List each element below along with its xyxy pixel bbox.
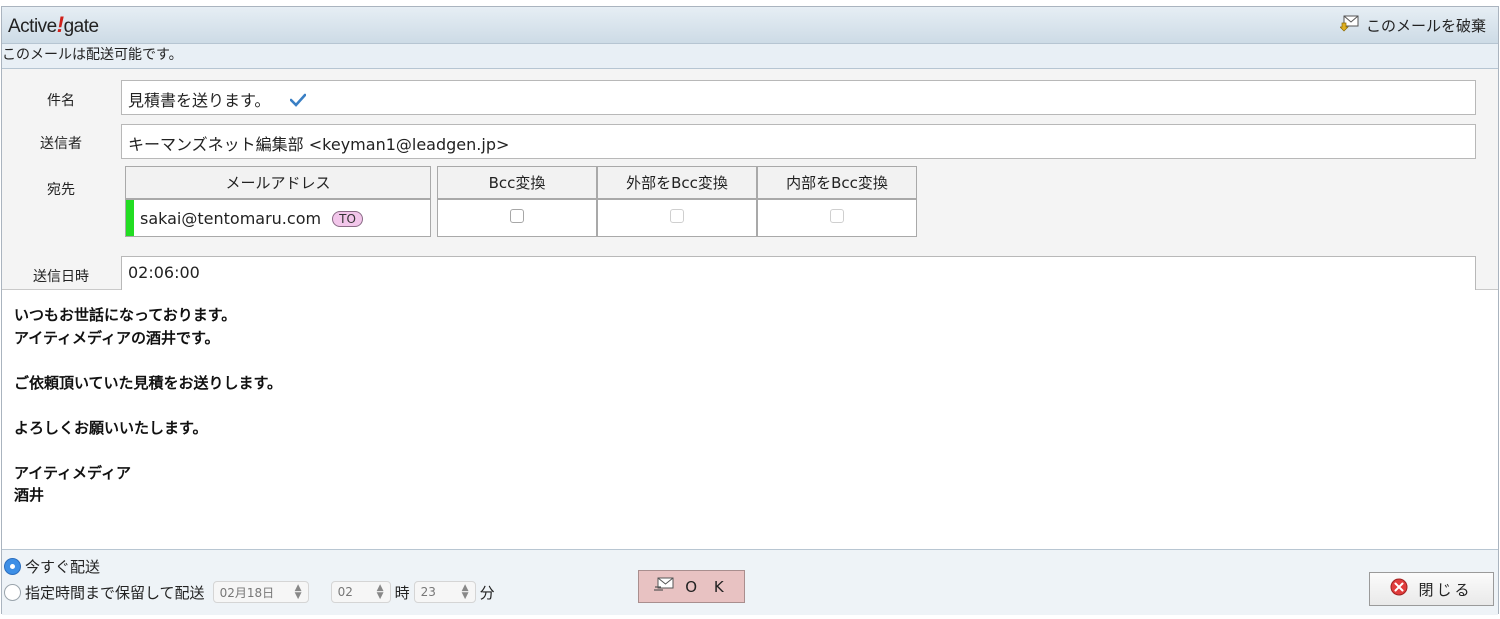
mail-body: いつもお世話になっております。 アイティメディアの酒井です。 ご依頼頂いていた見… xyxy=(2,290,1498,550)
header-bar: Active!gate このメールを破棄 xyxy=(2,7,1498,44)
body-line: アイティメディア xyxy=(14,463,132,482)
mail-discard-icon xyxy=(1339,14,1360,36)
body-line: アイティメディアの酒井です。 xyxy=(14,328,220,347)
date-value: 02月18日 xyxy=(219,585,275,600)
sender-value: キーマンズネット編集部 <keyman1@leadgen.jp> xyxy=(128,135,510,154)
date-select[interactable]: 02月18日 ▲ ▼ xyxy=(212,581,309,603)
subject-field: 見積書を送ります。 xyxy=(121,80,1476,115)
internal-bcc-cell xyxy=(757,199,917,237)
sent-time-value: 02:06:00 xyxy=(128,263,200,282)
to-badge: TO xyxy=(332,211,363,227)
checkmark-icon xyxy=(289,92,306,111)
footer-bar: 今すぐ配送 指定時間まで保留して配送 02月18日 ▲ ▼ 02 ▲ ▼ 時 23 … xyxy=(2,549,1498,615)
body-line: いつもお世話になっております。 xyxy=(14,306,237,324)
send-now-label: 今すぐ配送 xyxy=(25,558,101,576)
external-bcc-checkbox[interactable] xyxy=(670,209,684,223)
internal-bcc-checkbox[interactable] xyxy=(830,209,844,223)
body-line: 酒井 xyxy=(14,486,45,504)
sent-time-field: 02:06:00 xyxy=(121,256,1476,291)
external-bcc-cell xyxy=(597,199,757,237)
send-later-option[interactable]: 指定時間まで保留して配送 02月18日 ▲ ▼ 02 ▲ ▼ 時 23 ▲ ▼ 分 xyxy=(4,581,495,603)
discard-mail-label: このメールを破棄 xyxy=(1365,16,1486,35)
col-header-internal-bcc: 内部をBcc変換 xyxy=(757,166,917,199)
close-circle-icon xyxy=(1390,578,1408,600)
send-now-option[interactable]: 今すぐ配送 xyxy=(4,556,100,577)
mail-confirm-window: Active!gate このメールを破棄 このメールは配送可能です。 件名 見積… xyxy=(1,6,1499,615)
hour-select[interactable]: 02 ▲ ▼ xyxy=(330,581,391,603)
col-header-address: メールアドレス xyxy=(125,166,431,199)
close-button[interactable]: 閉じる xyxy=(1369,572,1494,606)
body-line xyxy=(14,349,1486,372)
table-row: sakai@tentomaru.com TO xyxy=(125,199,917,237)
minute-value: 23 xyxy=(420,585,436,599)
recipient-table: メールアドレス Bcc変換 外部をBcc変換 内部をBcc変換 sakai@te… xyxy=(125,166,917,237)
app-logo: Active!gate xyxy=(8,12,99,37)
minute-unit: 分 xyxy=(479,583,495,602)
ok-label: O K xyxy=(685,577,730,596)
send-later-label: 指定時間まで保留して配送 xyxy=(25,583,205,602)
discard-mail-button[interactable]: このメールを破棄 xyxy=(1339,14,1486,36)
col-header-bcc: Bcc変換 xyxy=(437,166,597,199)
bcc-checkbox[interactable] xyxy=(510,209,524,223)
chevron-updown-icon: ▲ ▼ xyxy=(294,583,302,601)
mail-send-icon xyxy=(653,576,675,598)
recipient-label: 宛先 xyxy=(47,182,75,198)
body-line: ご依頼頂いていた見積をお送りします。 xyxy=(14,373,283,392)
send-now-radio[interactable] xyxy=(4,558,21,575)
subject-label: 件名 xyxy=(47,93,75,109)
body-line: よろしくお願いいたします。 xyxy=(14,418,208,437)
chevron-updown-icon: ▲ ▼ xyxy=(461,583,469,601)
hour-value: 02 xyxy=(337,585,353,599)
sent-time-label: 送信日時 xyxy=(33,269,89,285)
mail-meta-section: 件名 見積書を送ります。 送信者 キーマンズネット編集部 <keyman1@le… xyxy=(2,69,1498,291)
recipient-status-bar xyxy=(126,200,134,236)
close-label: 閉じる xyxy=(1418,580,1473,599)
recipient-address-cell: sakai@tentomaru.com TO xyxy=(125,199,431,237)
subject-value: 見積書を送ります。 xyxy=(128,91,271,110)
col-header-external-bcc: 外部をBcc変換 xyxy=(597,166,757,199)
minute-select[interactable]: 23 ▲ ▼ xyxy=(413,581,476,603)
bcc-cell xyxy=(437,199,597,237)
hour-unit: 時 xyxy=(394,583,410,602)
body-line xyxy=(14,394,1486,417)
sender-label: 送信者 xyxy=(40,136,82,152)
send-later-radio[interactable] xyxy=(4,583,21,601)
body-line xyxy=(14,439,1486,462)
recipient-address: sakai@tentomaru.com xyxy=(140,208,322,228)
chevron-updown-icon: ▲ ▼ xyxy=(376,583,384,601)
sender-field: キーマンズネット編集部 <keyman1@leadgen.jp> xyxy=(121,124,1476,159)
ok-button[interactable]: O K xyxy=(638,570,745,603)
status-message: このメールは配送可能です。 xyxy=(2,44,1498,69)
